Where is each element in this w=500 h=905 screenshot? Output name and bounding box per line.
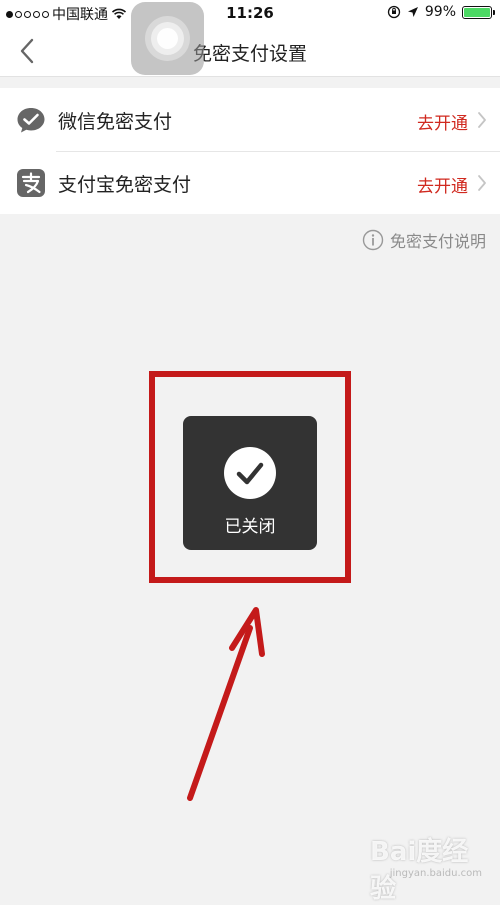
battery-icon xyxy=(462,5,495,19)
baidu-jingyan-watermark: Bai度经验 jingyan.baidu.com xyxy=(370,831,490,904)
chevron-right-icon xyxy=(478,175,486,191)
location-arrow-icon xyxy=(407,7,418,17)
payment-help-text: 免密支付说明 xyxy=(389,232,486,251)
payment-options-list: 微信免密支付 去开通 支付宝免密支付 去开通 xyxy=(0,88,500,214)
wechat-pay-row[interactable]: 微信免密支付 去开通 xyxy=(0,88,500,151)
check-circle-icon xyxy=(224,447,276,499)
alipay-enable-link[interactable]: 去开通 xyxy=(417,172,468,197)
wechat-pay-icon xyxy=(17,108,45,133)
battery-fill xyxy=(464,7,490,17)
wechat-pay-enable-link[interactable]: 去开通 xyxy=(417,109,468,134)
alipay-row[interactable]: 支付宝免密支付 去开通 xyxy=(0,151,500,214)
status-bar: 中国联通 11:26 99% xyxy=(0,0,500,26)
status-toast: 已关闭 xyxy=(183,416,317,550)
annotation-arrow xyxy=(187,625,253,801)
wechat-pay-label: 微信免密支付 xyxy=(58,111,173,133)
status-right: 99% xyxy=(387,4,495,20)
orientation-lock-icon xyxy=(387,5,401,19)
payment-help-link[interactable]: 免密支付说明 xyxy=(362,228,486,252)
alipay-label: 支付宝免密支付 xyxy=(58,174,192,196)
alipay-icon xyxy=(17,169,45,197)
battery-percent: 99% xyxy=(424,4,456,20)
info-icon xyxy=(362,229,384,251)
page-title: 免密支付设置 xyxy=(192,43,307,65)
toast-message: 已关闭 xyxy=(224,517,276,537)
chevron-right-icon xyxy=(478,112,486,128)
nav-bar: 免密支付设置 xyxy=(0,26,500,77)
watermark-url: jingyan.baidu.com xyxy=(389,868,482,879)
assistive-touch-button[interactable] xyxy=(131,2,204,75)
